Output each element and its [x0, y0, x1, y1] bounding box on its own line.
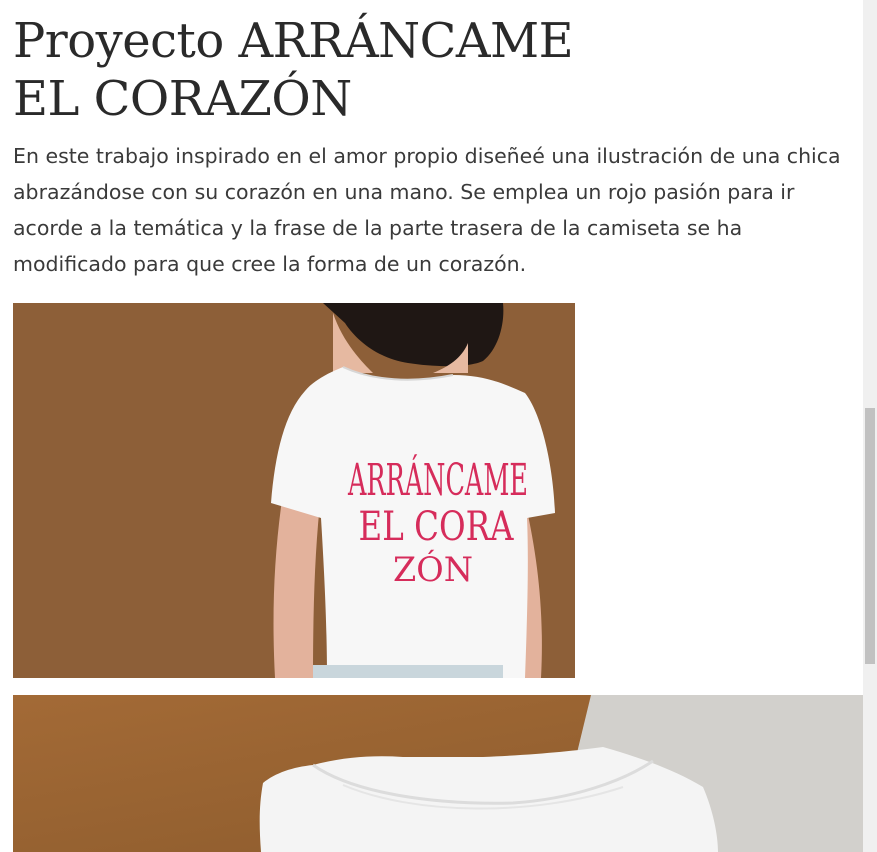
print-line-1: ARRÁNCAME	[347, 453, 528, 506]
vertical-scrollbar[interactable]	[863, 0, 877, 852]
folded-tshirt-photo	[13, 695, 863, 852]
article-description: En este trabajo inspirado en el amor pro…	[13, 144, 841, 276]
scrollbar-thumb[interactable]	[865, 408, 875, 664]
tshirt-back-photo: ARRÁNCAME EL CORA ZÓN	[13, 303, 575, 678]
page-title: Proyecto ARRÁNCAME EL CORAZÓN	[13, 13, 574, 127]
print-line-3: ZÓN	[393, 549, 473, 590]
article: Proyecto ARRÁNCAME EL CORAZÓN En este tr…	[13, 0, 863, 282]
print-line-2: EL CORA	[359, 504, 515, 550]
